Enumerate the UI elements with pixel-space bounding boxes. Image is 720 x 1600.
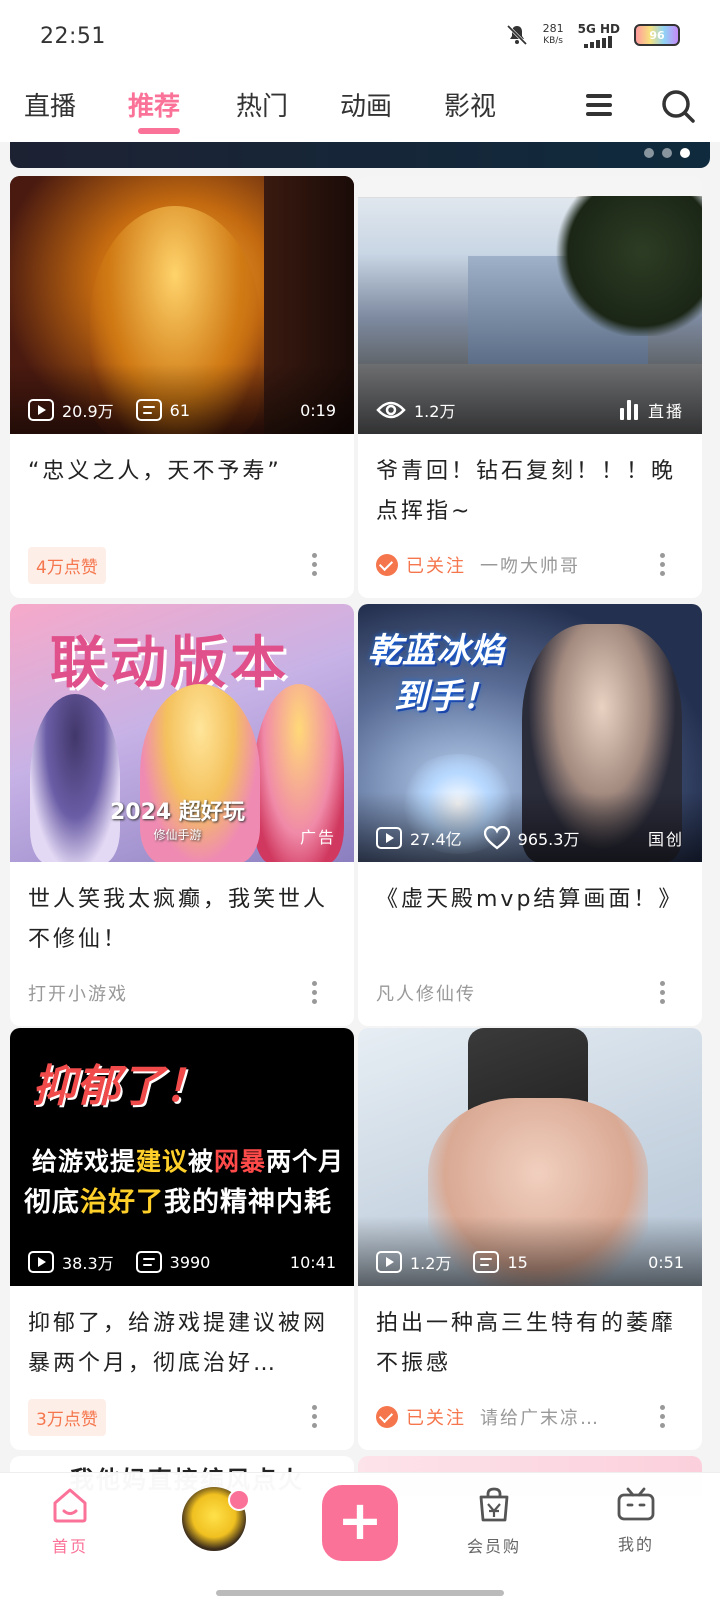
video-title[interactable]: 抑郁了，给游戏提建议被网暴两个月，彻底治好… — [28, 1304, 336, 1384]
tv-icon — [617, 1487, 655, 1521]
play-count-icon — [28, 1251, 54, 1273]
video-title[interactable]: 《虚天殿mvp结算画面！》 — [376, 880, 684, 960]
thumbnail-text: 联动版本 — [50, 631, 290, 696]
home-icon — [53, 1488, 87, 1523]
eye-icon — [376, 401, 406, 419]
nav-mine-label: 我的 — [617, 1535, 654, 1554]
live-label: 直播 — [647, 402, 684, 421]
tab-film[interactable]: 影视 — [444, 86, 496, 123]
live-badge-icon — [228, 1489, 250, 1511]
live-bars-icon — [619, 400, 638, 420]
video-title[interactable]: 拍出一种高三生特有的萎靡不振感 — [376, 1304, 684, 1384]
danmaku-icon — [473, 1251, 500, 1273]
category-tag: 国创 — [647, 830, 684, 849]
tab-recommend[interactable]: 推荐 — [128, 86, 180, 123]
video-title[interactable]: “忠义之人，天不予寿” — [28, 452, 336, 532]
ad-label: 广告 — [299, 828, 336, 847]
danmaku-count: 3990 — [169, 1252, 211, 1272]
video-thumbnail[interactable]: 抑郁了！ 给游戏提建议被网暴两个月 彻底治好了我的精神内耗 38.3万 3990… — [10, 1028, 354, 1286]
danmaku-icon — [135, 1251, 162, 1273]
video-card[interactable]: 乾蓝冰焰 到手！ 27.4亿 965.3万 国创 《虚天殿mvp结算画面！》 凡… — [358, 604, 702, 1026]
tab-hot[interactable]: 热门 — [236, 86, 288, 123]
video-thumbnail[interactable]: 乾蓝冰焰 到手！ 27.4亿 965.3万 国创 — [358, 604, 702, 862]
thumbnail-text: 彻底治好了我的精神内耗 — [24, 1187, 332, 1218]
like-count: 965.3万 — [517, 830, 580, 849]
like-badge: 4万点赞 — [28, 546, 106, 584]
search-icon[interactable] — [660, 88, 696, 124]
thumbnail-text: 抑郁了！ — [32, 1061, 208, 1112]
thumbnail-emblem: 2024 超好玩 修仙手游 — [110, 800, 245, 842]
video-card[interactable]: 抑郁了！ 给游戏提建议被网暴两个月 彻底治好了我的精神内耗 38.3万 3990… — [10, 1028, 354, 1450]
view-count: 20.9万 — [62, 402, 114, 421]
video-duration: 0:19 — [300, 400, 336, 420]
author-name[interactable]: 一吻大帅哥 — [480, 552, 580, 578]
view-count: 1.2万 — [410, 1254, 452, 1273]
followed-indicator: 已关注 — [376, 1404, 466, 1430]
carousel-dots — [644, 148, 690, 158]
video-thumbnail[interactable]: 20.9万 61 0:19 — [10, 176, 354, 434]
status-time: 22:51 — [40, 24, 106, 49]
active-tab-indicator — [138, 128, 180, 134]
ad-thumbnail[interactable]: 联动版本 2024 超好玩 修仙手游 广告 — [10, 604, 354, 862]
video-thumbnail[interactable]: 1.2万 15 0:51 — [358, 1028, 702, 1286]
signal-indicator: 5G HD — [578, 22, 620, 48]
play-count-icon — [376, 1251, 402, 1273]
publish-button[interactable]: + — [322, 1485, 398, 1561]
live-card[interactable]: 1.2万 直播 爷青回！钻石复刻！！！晚点挥指~ 已关注 一吻大帅哥 — [358, 176, 702, 598]
followed-indicator: 已关注 — [376, 552, 466, 578]
view-count: 27.4亿 — [410, 830, 462, 849]
play-count-icon — [376, 827, 402, 849]
source-label[interactable]: 打开小游戏 — [28, 980, 128, 1006]
shopping-bag-icon — [479, 1487, 509, 1522]
video-card[interactable]: 1.2万 15 0:51 拍出一种高三生特有的萎靡不振感 已关注 请给广末凉… — [358, 1028, 702, 1450]
nav-shop-label: 会员购 — [466, 1537, 521, 1556]
tab-live[interactable]: 直播 — [24, 86, 76, 123]
like-badge: 3万点赞 — [28, 1398, 106, 1436]
tab-anime[interactable]: 动画 — [340, 86, 392, 123]
danmaku-count: 15 — [507, 1252, 528, 1272]
danmaku-icon — [135, 399, 162, 421]
more-options-icon[interactable] — [312, 553, 318, 577]
check-icon — [376, 554, 398, 576]
ad-card[interactable]: 联动版本 2024 超好玩 修仙手游 广告 世人笑我太疯癫，我笑世人不修仙！ 打… — [10, 604, 354, 1026]
status-indicators: 281 KB/s 5G HD 96 — [505, 22, 680, 48]
thumbnail-text: 给游戏提建议被网暴两个月 — [32, 1147, 345, 1176]
home-indicator[interactable] — [216, 1590, 504, 1596]
bell-muted-icon — [506, 24, 527, 46]
battery-indicator: 96 — [634, 24, 680, 46]
live-thumbnail[interactable]: 1.2万 直播 — [358, 176, 702, 434]
nav-shop[interactable]: 会员购 — [434, 1487, 554, 1557]
tab-overflow-fade — [548, 84, 568, 128]
nav-mine[interactable]: 我的 — [576, 1487, 696, 1555]
video-duration: 10:41 — [289, 1252, 336, 1272]
more-options-icon[interactable] — [660, 981, 666, 1005]
author-name[interactable]: 请给广末凉… — [480, 1404, 600, 1430]
play-count-icon — [28, 399, 54, 421]
source-label[interactable]: 凡人修仙传 — [376, 980, 476, 1006]
view-count: 38.3万 — [62, 1254, 114, 1273]
top-tab-bar: 直播 推荐 热门 动画 影视 — [0, 70, 720, 142]
video-duration: 0:51 — [648, 1252, 684, 1272]
nav-home[interactable]: 首页 — [10, 1487, 130, 1557]
video-title[interactable]: 爷青回！钻石复刻！！！晚点挥指~ — [376, 452, 684, 532]
view-count: 1.2万 — [414, 402, 456, 421]
thumbnail-text: 乾蓝冰焰 到手！ — [368, 631, 504, 717]
bottom-navigation: 首页 + 会员购 我的 — [0, 1472, 720, 1600]
more-options-icon[interactable] — [660, 553, 666, 577]
more-options-icon[interactable] — [312, 1405, 318, 1429]
network-speed: 281 KB/s — [542, 22, 564, 46]
hamburger-menu-icon[interactable] — [586, 94, 612, 116]
more-options-icon[interactable] — [312, 981, 318, 1005]
banner-carousel[interactable] — [10, 142, 710, 168]
video-title[interactable]: 世人笑我太疯癫，我笑世人不修仙！ — [28, 880, 336, 960]
status-bar: 22:51 281 KB/s 5G HD 96 — [0, 0, 720, 70]
check-icon — [376, 1406, 398, 1428]
danmaku-count: 61 — [169, 400, 190, 420]
signal-icon — [583, 35, 612, 48]
heart-icon — [483, 826, 510, 850]
video-card[interactable]: 20.9万 61 0:19 “忠义之人，天不予寿” 4万点赞 — [10, 176, 354, 598]
more-options-icon[interactable] — [660, 1405, 666, 1429]
nav-home-label: 首页 — [51, 1537, 88, 1556]
